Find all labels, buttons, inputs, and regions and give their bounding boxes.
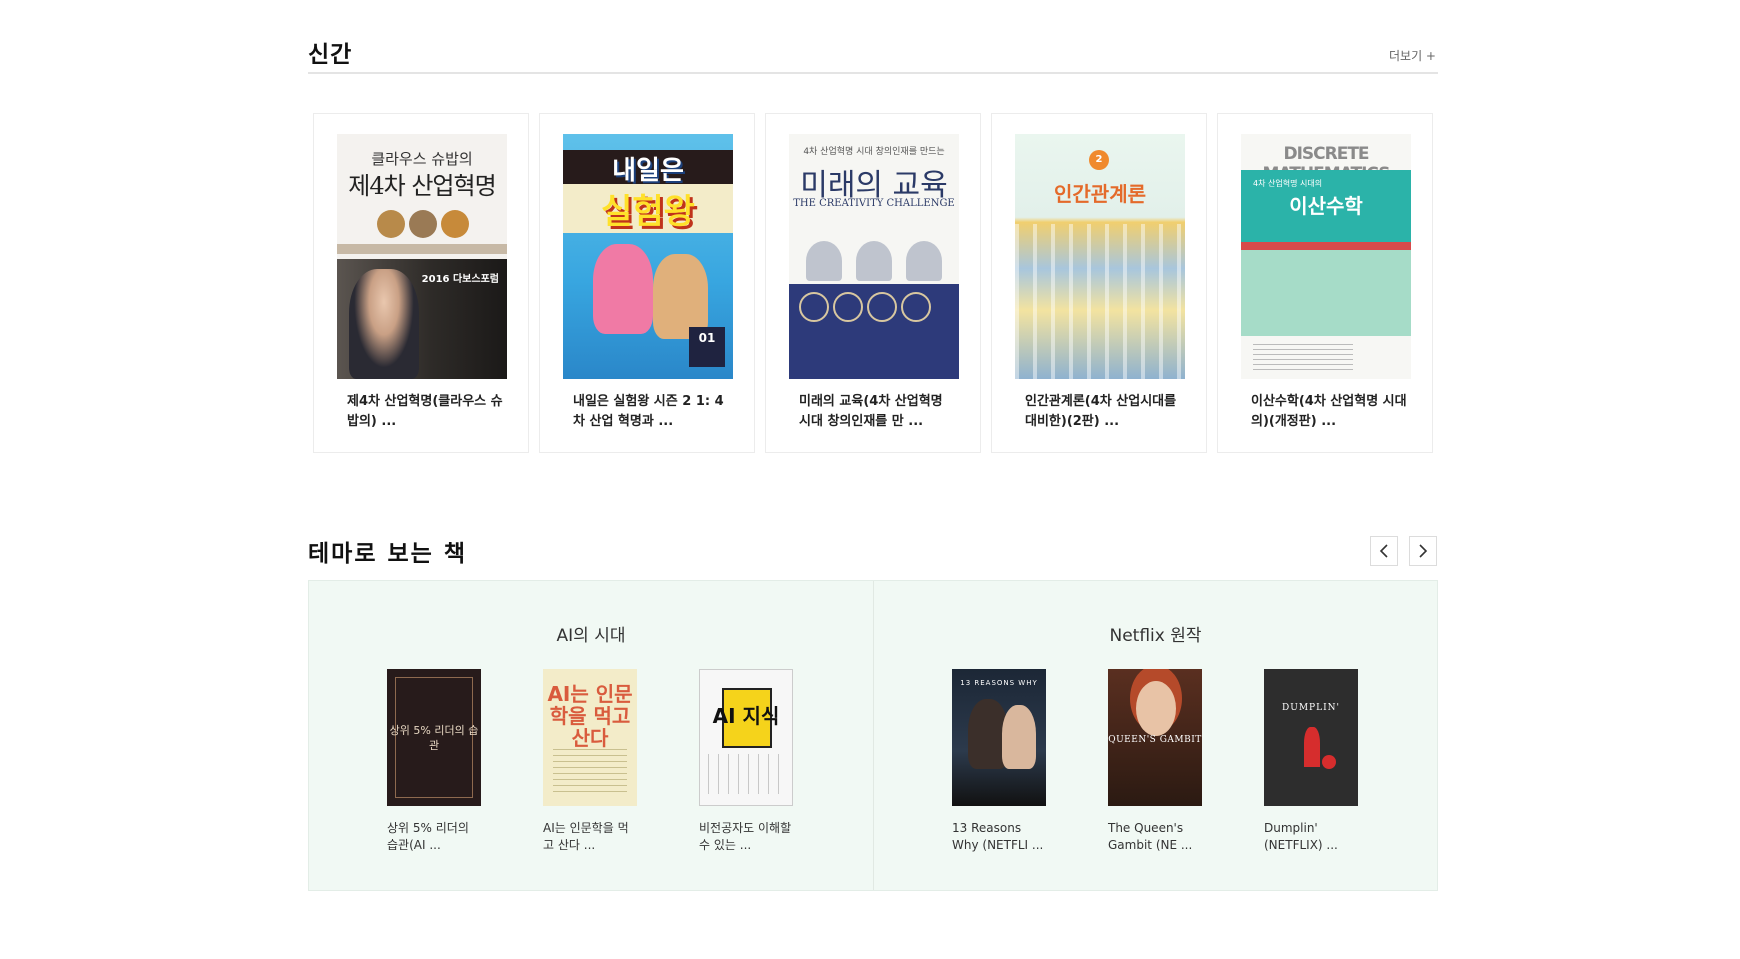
cover-decoration <box>593 244 653 334</box>
cover-decoration <box>799 292 931 322</box>
cover-text: 이산수학 <box>1289 194 1363 218</box>
new-books-header: 신간 더보기 + <box>308 32 1438 74</box>
book-cover[interactable]: 13 REASONS WHY <box>952 669 1046 806</box>
cover-decoration <box>377 210 469 238</box>
book-card[interactable]: 클라우스 슈밥의 제4차 산업혁명 2016 다보스포럼 제4차 산업혁명(클라… <box>313 113 529 453</box>
theme-book[interactable]: DUMPLIN' Dumplin' (NETFLIX) ... <box>1264 669 1358 854</box>
book-title[interactable]: AI는 인문학을 먹고 산다 ... <box>543 820 637 854</box>
cover-text: 4차 산업혁명 시대 창의인재를 만드는 <box>803 147 945 157</box>
book-cover[interactable]: QUEEN'S GAMBIT <box>1108 669 1202 806</box>
book-title[interactable]: 13 Reasons Why (NETFLI ... <box>952 820 1046 854</box>
cover-text: 2 <box>1089 150 1109 170</box>
theme-group: Netflix 원작 13 REASONS WHY 13 Reasons Why… <box>873 581 1437 890</box>
cover-photo: 2016 다보스포럼 <box>337 259 507 379</box>
theme-name[interactable]: AI의 시대 <box>309 621 873 646</box>
cover-decoration <box>553 749 627 794</box>
theme-book[interactable]: 상위 5% 리더의 습관 상위 5% 리더의 습관(AI ... <box>387 669 481 854</box>
cover-text: QUEEN'S GAMBIT <box>1108 735 1202 745</box>
cover-text: 인간관계론 <box>1054 182 1146 206</box>
new-books-section: 신간 더보기 + 클라우스 슈밥의 제4차 산업혁명 2016 다보스포럼 제4… <box>308 32 1438 453</box>
theme-carousel: AI의 시대 상위 5% 리더의 습관 상위 5% 리더의 습관(AI ... … <box>308 580 1438 891</box>
theme-header: 테마로 보는 책 <box>308 534 1438 568</box>
cover-decoration <box>789 284 959 379</box>
book-cover[interactable]: 클라우스 슈밥의 제4차 산업혁명 2016 다보스포럼 <box>337 134 507 379</box>
book-title[interactable]: 상위 5% 리더의 습관(AI ... <box>387 820 481 854</box>
cover-decoration <box>1304 727 1320 767</box>
book-cover[interactable]: DUMPLIN' <box>1264 669 1358 806</box>
more-link[interactable]: 더보기 + <box>1389 47 1436 64</box>
book-cover[interactable]: AI 지식 <box>699 669 793 806</box>
cover-text: 01 <box>689 327 725 367</box>
prev-button[interactable] <box>1370 536 1398 566</box>
book-list: 클라우스 슈밥의 제4차 산업혁명 2016 다보스포럼 제4차 산업혁명(클라… <box>313 113 1433 453</box>
cover-decoration <box>1002 705 1036 769</box>
book-cover[interactable]: 2 인간관계론 <box>1015 134 1185 379</box>
cover-decoration <box>708 754 784 794</box>
book-card[interactable]: 4차 산업혁명 시대 창의인재를 만드는 미래의 교육 THE CREATIVI… <box>765 113 981 453</box>
book-cover[interactable]: 4차 산업혁명 시대 창의인재를 만드는 미래의 교육 THE CREATIVI… <box>789 134 959 379</box>
cover-text: THE CREATIVITY CHALLENGE <box>793 198 955 209</box>
cover-decoration <box>799 226 949 281</box>
cover-text: 내일은 <box>563 150 733 187</box>
next-button[interactable] <box>1409 536 1437 566</box>
theme-book[interactable]: QUEEN'S GAMBIT The Queen's Gambit (NE ..… <box>1108 669 1202 854</box>
cover-decoration <box>349 269 419 379</box>
book-cover[interactable]: DISCRETE MATHEMATICS 4차 산업혁명 시대의 이산수학 <box>1241 134 1411 379</box>
cover-text: 4차 산업혁명 시대의 <box>1253 179 1323 188</box>
book-title[interactable]: 비전공자도 이해할 수 있는 ... <box>699 820 793 854</box>
book-card[interactable]: DISCRETE MATHEMATICS 4차 산업혁명 시대의 이산수학 이산… <box>1217 113 1433 453</box>
book-card[interactable]: 내일은 실험왕 01 내일은 실험왕 시즌 2 1: 4차 산업 혁명과 ... <box>539 113 755 453</box>
cover-decoration <box>1241 242 1411 250</box>
cover-decoration <box>337 244 507 254</box>
book-title[interactable]: 제4차 산업혁명(클라우스 슈밥의) ... <box>347 392 507 432</box>
cover-text: 실험왕 <box>563 184 733 233</box>
theme-book[interactable]: AI 지식 비전공자도 이해할 수 있는 ... <box>699 669 793 854</box>
cover-text: AI는 인문학을 먹고 산다 <box>547 682 633 750</box>
book-title[interactable]: Dumplin' (NETFLIX) ... <box>1264 820 1358 854</box>
theme-name[interactable]: Netflix 원작 <box>874 621 1437 646</box>
theme-books-section: 테마로 보는 책 AI의 시대 상위 5% 리더의 습관 상위 5% 리더의 습… <box>308 534 1438 891</box>
section-title: 테마로 보는 책 <box>308 541 467 567</box>
section-title: 신간 <box>308 42 353 68</box>
carousel-nav <box>1370 536 1437 566</box>
cover-decoration <box>1253 344 1353 374</box>
book-title[interactable]: 미래의 교육(4차 산업혁명 시대 창의인재를 만 ... <box>799 392 959 432</box>
book-cover[interactable]: 내일은 실험왕 01 <box>563 134 733 379</box>
theme-group: AI의 시대 상위 5% 리더의 습관 상위 5% 리더의 습관(AI ... … <box>309 581 873 890</box>
book-cover[interactable]: 상위 5% 리더의 습관 <box>387 669 481 806</box>
cover-text: 제4차 산업혁명 <box>348 172 496 200</box>
cover-decoration <box>1015 224 1185 379</box>
theme-book[interactable]: AI는 인문학을 먹고 산다 AI는 인문학을 먹고 산다 ... <box>543 669 637 854</box>
chevron-left-icon <box>1379 544 1388 558</box>
book-title[interactable]: 인간관계론(4차 산업시대를 대비한)(2판) ... <box>1025 392 1185 432</box>
book-title[interactable]: 내일은 실험왕 시즌 2 1: 4차 산업 혁명과 ... <box>573 392 733 432</box>
cover-text: AI 지식 <box>712 704 780 728</box>
cover-decoration <box>1241 250 1411 336</box>
cover-decoration: 4차 산업혁명 시대의 이산수학 <box>1241 170 1411 242</box>
theme-book-list: 13 REASONS WHY 13 Reasons Why (NETFLI ..… <box>952 669 1358 854</box>
theme-book-list: 상위 5% 리더의 습관 상위 5% 리더의 습관(AI ... AI는 인문학… <box>387 669 793 854</box>
cover-text: 2016 다보스포럼 <box>421 274 499 285</box>
chevron-right-icon <box>1419 544 1428 558</box>
book-cover[interactable]: AI는 인문학을 먹고 산다 <box>543 669 637 806</box>
cover-text: 13 REASONS WHY <box>960 679 1038 687</box>
book-title[interactable]: The Queen's Gambit (NE ... <box>1108 820 1202 854</box>
theme-book[interactable]: 13 REASONS WHY 13 Reasons Why (NETFLI ..… <box>952 669 1046 854</box>
cover-decoration <box>1322 755 1336 769</box>
cover-text: DUMPLIN' <box>1282 703 1340 713</box>
book-title[interactable]: 이산수학(4차 산업혁명 시대의)(개정판) ... <box>1251 392 1411 432</box>
cover-text: 상위 5% 리더의 습관 <box>389 724 479 752</box>
book-card[interactable]: 2 인간관계론 인간관계론(4차 산업시대를 대비한)(2판) ... <box>991 113 1207 453</box>
cover-decoration <box>1136 681 1176 736</box>
